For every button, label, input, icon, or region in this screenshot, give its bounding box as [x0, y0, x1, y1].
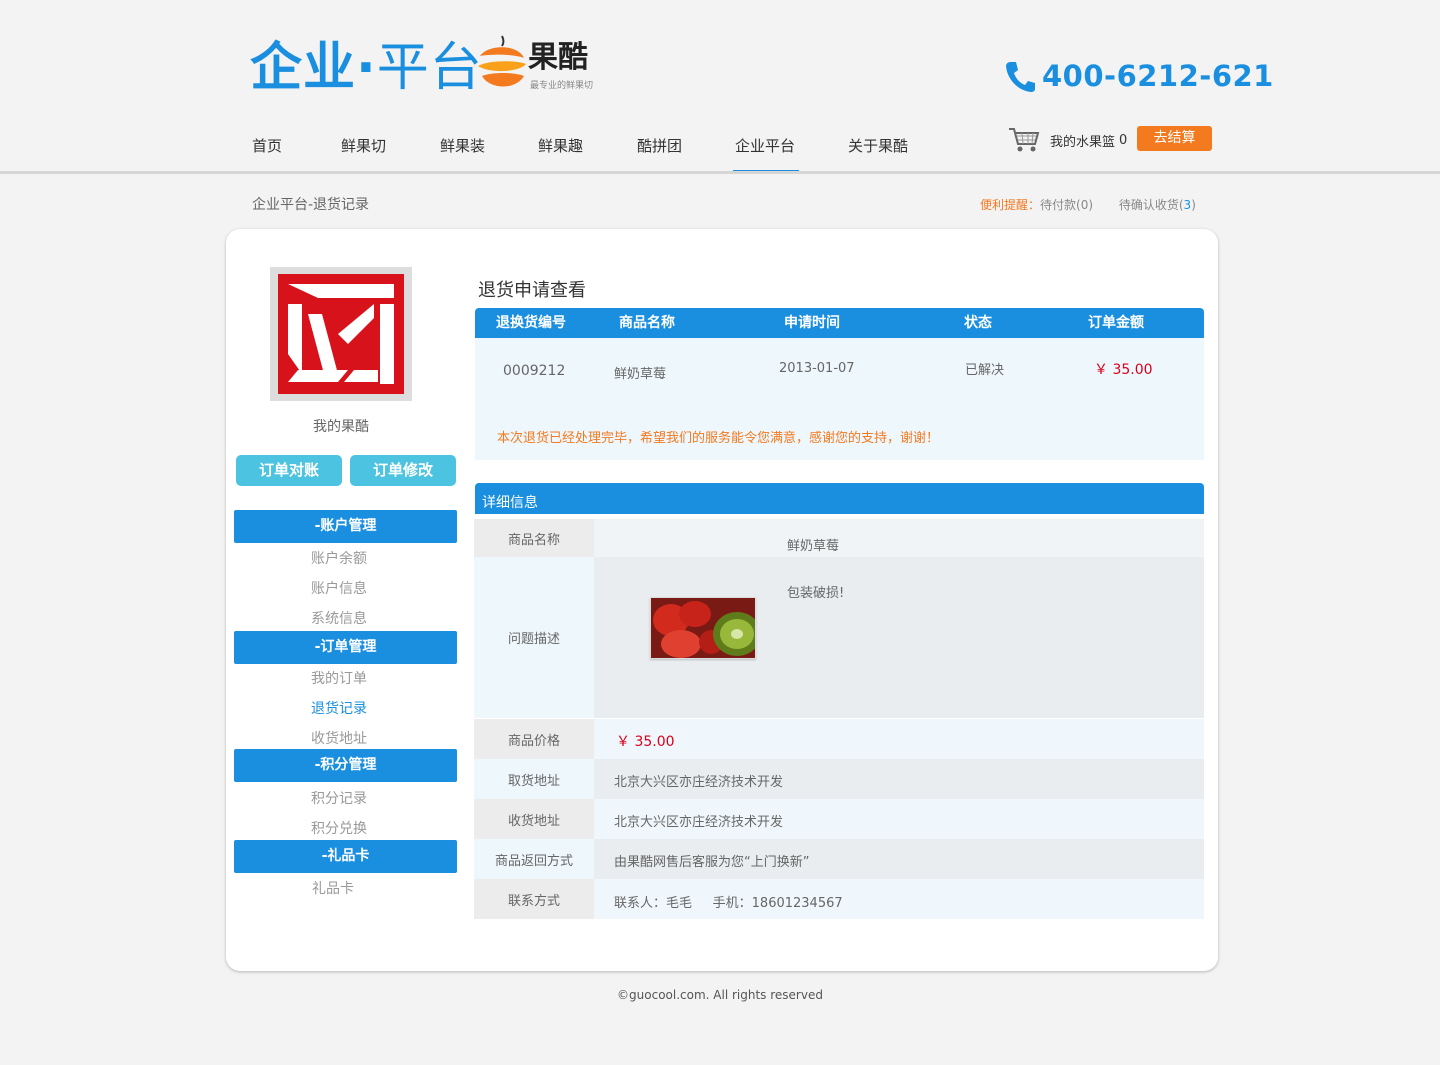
pending-payment-link[interactable]: 待付款(0) [1040, 198, 1093, 212]
detail-row-pickup: 取货地址 北京大兴区亦庄经济技术开发 [474, 759, 1204, 799]
return-date: 2013-01-07 [779, 361, 855, 376]
breadcrumb: 企业平台-退货记录 [252, 197, 370, 213]
detail-label: 取货地址 [474, 759, 594, 799]
sidebar-item-gift-card[interactable]: 礼品卡 [228, 878, 438, 898]
detail-row-price: 商品价格 ￥ 35.00 [474, 719, 1204, 759]
order-reconcile-button[interactable]: 订单对账 [236, 455, 342, 486]
return-amount: ￥ 35.00 [1094, 362, 1153, 378]
guocool-logo[interactable]: 果酷 最专业的鲜果切 [474, 34, 604, 94]
detail-value-cell: 北京大兴区亦庄经济技术开发 [594, 799, 1204, 839]
detail-value-cell: 鲜奶草莓 [594, 519, 1204, 557]
platform-title: 企业·平台 [250, 36, 483, 100]
company-logo-icon [278, 274, 404, 394]
section-gift-card[interactable]: -礼品卡 [234, 840, 457, 873]
detail-label: 收货地址 [474, 799, 594, 839]
detail-row-issue: 问题描述 包装破损! [474, 557, 1204, 718]
section-account[interactable]: -账户管理 [234, 510, 457, 543]
return-id: 0009212 [503, 363, 566, 379]
detail-row-product: 商品名称 鲜奶草莓 [474, 519, 1204, 557]
return-table-row: 0009212 鲜奶草莓 2013-01-07 已解决 ￥ 35.00 本次退货… [475, 338, 1204, 460]
details-title: 详细信息 [482, 495, 538, 511]
return-notice: 本次退货已经处理完毕，希望我们的服务能令您满意，感谢您的支持，谢谢！ [497, 431, 940, 446]
reminder-label: 便利提醒 [980, 198, 1029, 212]
col-product-name: 商品名称 [619, 315, 675, 331]
hotline-number: 400-6212-621 [1042, 59, 1274, 93]
nav-item-about[interactable]: 关于果酷 [848, 128, 908, 174]
nav-item-home[interactable]: 首页 [252, 128, 282, 174]
sidebar-item-points-redeem[interactable]: 积分兑换 [234, 818, 444, 838]
return-product: 鲜奶草莓 [614, 367, 667, 382]
basket-label: 我的水果篮 [1050, 134, 1116, 150]
order-modify-button[interactable]: 订单修改 [350, 455, 456, 486]
detail-value-cell: 联系人：毛毛 手机：18601234567 [594, 879, 1204, 919]
footer-copyright: ©guocool.com. All rights reserved [617, 988, 823, 1002]
sidebar-item-points-record[interactable]: 积分记录 [234, 788, 444, 808]
detail-value-cell: 包装破损! [594, 557, 1204, 718]
phone-icon [1006, 62, 1035, 92]
orange-peel-icon [478, 35, 526, 87]
col-apply-time: 申请时间 [784, 315, 840, 331]
hotline: 400-6212-621 [1004, 56, 1274, 96]
detail-pickup-address: 北京大兴区亦庄经济技术开发 [614, 775, 784, 790]
detail-label: 商品返回方式 [474, 839, 594, 879]
pending-receipt-link[interactable]: 待确认收货(3) [1119, 198, 1196, 212]
section-points[interactable]: -积分管理 [234, 749, 457, 782]
fruit-basket[interactable]: 我的水果篮 0 [1008, 126, 1127, 154]
checkout-button[interactable]: 去结算 [1137, 126, 1212, 151]
logo-name: 果酷 [528, 40, 588, 75]
detail-product-name: 鲜奶草莓 [787, 539, 840, 554]
pending-receipt-label: 待确认收货( [1118, 198, 1184, 212]
detail-delivery-address: 北京大兴区亦庄经济技术开发 [614, 815, 784, 830]
sidebar-item-system-info[interactable]: 系统信息 [234, 608, 444, 628]
detail-return-method: 由果酷网售后客服为您“上门换新” [614, 855, 810, 870]
reminder-colon: ： [1028, 198, 1041, 212]
detail-label: 商品价格 [474, 719, 594, 759]
detail-price: ￥ 35.00 [616, 734, 675, 750]
detail-row-delivery: 收货地址 北京大兴区亦庄经济技术开发 [474, 799, 1204, 839]
nav-divider [0, 171, 1440, 174]
profile-name[interactable]: 我的果酷 [270, 416, 412, 436]
nav-item-fresh-cut[interactable]: 鲜果切 [341, 128, 386, 174]
logo-slogan: 最专业的鲜果切 [530, 81, 594, 91]
avatar[interactable] [270, 267, 412, 401]
detail-contact: 联系人：毛毛 手机：18601234567 [614, 896, 843, 911]
issue-description: 包装破损! [787, 586, 845, 601]
sidebar-item-balance[interactable]: 账户余额 [234, 548, 444, 568]
sidebar-item-my-orders[interactable]: 我的订单 [234, 668, 444, 688]
col-order-amount: 订单金额 [1088, 315, 1144, 331]
sidebar-item-returns[interactable]: 退货记录 [234, 698, 444, 718]
platform-title-dot: · [356, 38, 377, 98]
detail-label: 问题描述 [474, 557, 594, 718]
shopping-cart-icon [1009, 128, 1040, 152]
details-header: 详细信息 [475, 483, 1204, 514]
detail-value-cell: 由果酷网售后客服为您“上门换新” [594, 839, 1204, 879]
reminder-bar: 便利提醒：待付款(0) 待确认收货(3) [980, 196, 1196, 213]
nav-item-group-buy[interactable]: 酷拼团 [637, 128, 682, 174]
nav-item-fresh-pack[interactable]: 鲜果装 [440, 128, 485, 174]
platform-title-left: 企业 [250, 38, 357, 98]
issue-photo[interactable] [650, 597, 756, 659]
section-orders[interactable]: -订单管理 [234, 631, 457, 664]
col-return-id: 退换货编号 [496, 315, 566, 331]
detail-value-cell: ￥ 35.00 [594, 719, 1204, 759]
page-title: 退货申请查看 [478, 280, 586, 301]
detail-row-return-method: 商品返回方式 由果酷网售后客服为您“上门换新” [474, 839, 1204, 879]
detail-label: 商品名称 [474, 519, 594, 557]
pending-receipt-suffix: ) [1191, 198, 1196, 212]
nav-item-enterprise[interactable]: 企业平台 [732, 128, 800, 174]
detail-value-cell: 北京大兴区亦庄经济技术开发 [594, 759, 1204, 799]
platform-title-right: 平台 [376, 38, 483, 98]
basket-count: 0 [1119, 132, 1128, 148]
strawberry-kiwi-image [651, 598, 755, 658]
detail-label: 联系方式 [474, 879, 594, 919]
sidebar-item-address[interactable]: 收货地址 [234, 728, 444, 748]
return-status: 已解决 [965, 363, 1005, 378]
sidebar-item-account-info[interactable]: 账户信息 [234, 578, 444, 598]
col-status: 状态 [964, 315, 992, 331]
detail-row-contact: 联系方式 联系人：毛毛 手机：18601234567 [474, 879, 1204, 919]
return-table-header: 退换货编号 商品名称 申请时间 状态 订单金额 [475, 308, 1204, 338]
nav-item-fresh-fun[interactable]: 鲜果趣 [538, 128, 583, 174]
